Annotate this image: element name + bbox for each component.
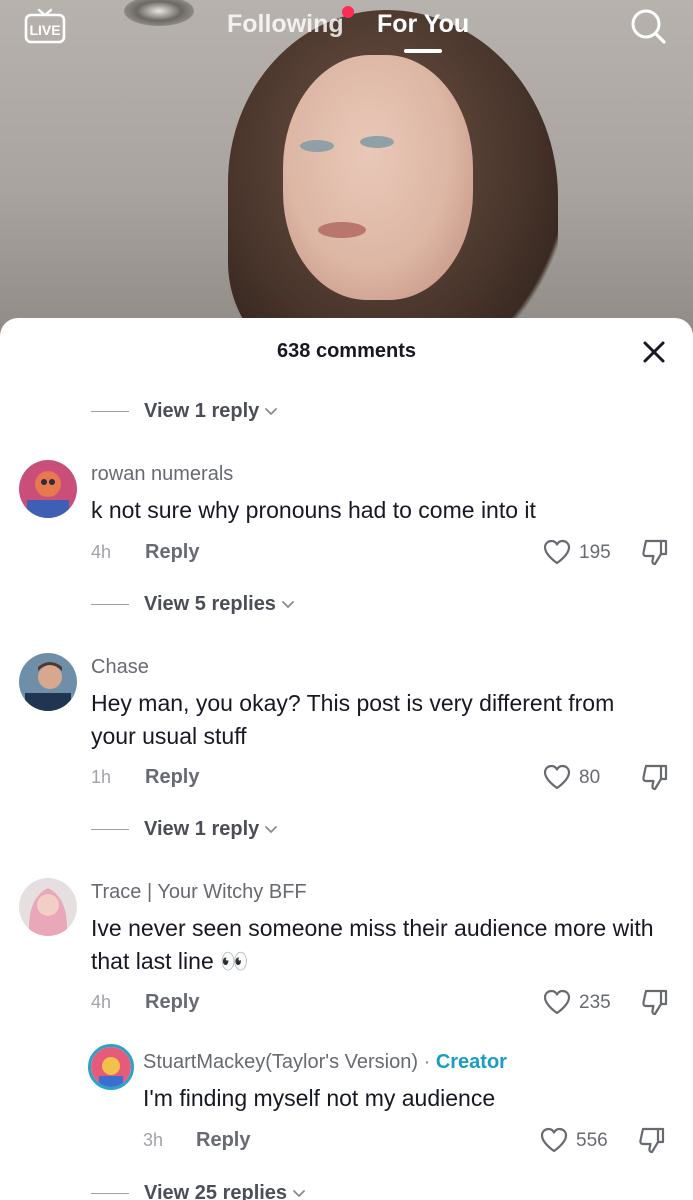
- like-count: 556: [576, 1130, 608, 1151]
- creator-separator: ·: [423, 1051, 431, 1073]
- heart-icon[interactable]: [542, 988, 572, 1016]
- reply-button[interactable]: Reply: [145, 766, 199, 789]
- avatar-image: [91, 1047, 131, 1087]
- comment-text: I'm finding myself not my audience: [143, 1085, 496, 1111]
- top-nav: LIVE Following For You: [0, 0, 693, 60]
- comment-username[interactable]: rowan numerals: [91, 463, 233, 486]
- view-replies-link[interactable]: View 5 replies: [91, 593, 295, 616]
- view-replies-label: View 5 replies: [144, 593, 276, 615]
- avatar-image: [19, 878, 77, 936]
- reply-button[interactable]: Reply: [145, 991, 199, 1014]
- comments-sheet: 638 comments View 1 reply rowan numerals…: [0, 318, 693, 1200]
- view-replies-link[interactable]: View 1 reply: [91, 818, 278, 841]
- avatar-image: [19, 460, 77, 518]
- thumbs-down-icon[interactable]: [640, 537, 670, 567]
- comment-text: Hey man, you okay? This post is very dif…: [91, 690, 615, 749]
- divider-line: [91, 411, 129, 412]
- creator-avatar[interactable]: [88, 1044, 134, 1090]
- reply-username-row: StuartMackey(Taylor's Version) · Creator: [143, 1051, 507, 1074]
- comments-count-title: 638 comments: [277, 340, 416, 362]
- chevron-down-icon: [265, 407, 278, 415]
- avatar[interactable]: [19, 653, 77, 711]
- comment-timestamp: 4h: [91, 542, 112, 562]
- heart-icon[interactable]: [539, 1126, 569, 1154]
- live-label: LIVE: [29, 22, 60, 38]
- reply-button[interactable]: Reply: [145, 541, 199, 564]
- comment-timestamp: 3h: [143, 1130, 164, 1150]
- active-tab-indicator: [404, 49, 442, 53]
- comment-username[interactable]: Chase: [91, 656, 149, 679]
- comment-username[interactable]: Trace | Your Witchy BFF: [91, 881, 307, 904]
- following-notification-dot: [342, 6, 354, 18]
- divider-line: [91, 1193, 129, 1194]
- view-replies-label: View 25 replies: [144, 1182, 288, 1200]
- avatar[interactable]: [19, 878, 77, 936]
- reply-button[interactable]: Reply: [196, 1129, 250, 1152]
- live-tv-icon[interactable]: LIVE: [24, 6, 66, 44]
- person-mouth: [318, 222, 366, 238]
- heart-icon[interactable]: [542, 763, 572, 791]
- divider-line: [91, 604, 129, 605]
- comment-timestamp: 1h: [91, 767, 112, 787]
- avatar[interactable]: [19, 460, 77, 518]
- thumbs-down-icon[interactable]: [637, 1125, 667, 1155]
- comment-username[interactable]: StuartMackey(Taylor's Version): [143, 1051, 418, 1073]
- thumbs-down-icon[interactable]: [640, 987, 670, 1017]
- creator-badge: Creator: [435, 1051, 507, 1073]
- tab-following[interactable]: Following: [227, 10, 344, 39]
- chevron-down-icon: [293, 1189, 305, 1197]
- comment-timestamp: 4h: [91, 992, 112, 1012]
- person-left-eye: [300, 140, 334, 152]
- comment-text: k not sure why pronouns had to come into…: [91, 497, 536, 523]
- like-count: 80: [579, 767, 601, 788]
- divider-line: [91, 829, 129, 830]
- heart-icon[interactable]: [542, 538, 572, 566]
- close-icon[interactable]: [640, 338, 668, 366]
- view-replies-link[interactable]: View 1 reply: [91, 400, 278, 423]
- like-count: 235: [579, 992, 611, 1013]
- person-right-eye: [360, 136, 394, 148]
- person-face: [283, 55, 473, 300]
- search-icon[interactable]: [628, 6, 668, 46]
- view-replies-label: View 1 reply: [144, 818, 260, 840]
- chevron-down-icon: [265, 825, 278, 833]
- comment-text: Ive never seen someone miss their audien…: [91, 915, 654, 974]
- tab-for-you[interactable]: For You: [377, 10, 469, 39]
- avatar-image: [19, 653, 77, 711]
- view-replies-link[interactable]: View 25 replies: [91, 1182, 306, 1200]
- like-count: 195: [579, 542, 611, 563]
- thumbs-down-icon[interactable]: [640, 762, 670, 792]
- chevron-down-icon: [282, 600, 294, 608]
- view-replies-label: View 1 reply: [144, 400, 260, 422]
